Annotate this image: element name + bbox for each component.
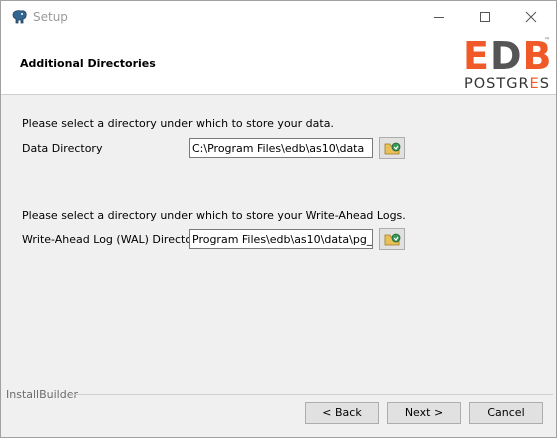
maximize-button[interactable] xyxy=(462,1,508,32)
folder-browse-icon xyxy=(384,233,401,246)
data-dir-label: Data Directory xyxy=(22,142,103,155)
logo-trademark: ™ xyxy=(544,37,550,44)
data-dir-input[interactable]: C:\Program Files\edb\as10\data xyxy=(189,138,373,158)
logo-edb-text: EDB xyxy=(463,34,553,78)
installbuilder-label: InstallBuilder xyxy=(6,388,79,401)
cancel-button[interactable]: Cancel xyxy=(469,402,543,424)
data-dir-browse-button[interactable] xyxy=(379,137,405,159)
edb-postgres-logo: EDB ™ POSTGRES xyxy=(463,36,551,92)
wal-dir-label: Write-Ahead Log (WAL) Directory xyxy=(22,233,204,246)
data-dir-prompt: Please select a directory under which to… xyxy=(22,117,334,130)
minimize-icon xyxy=(434,17,444,18)
title-bar[interactable]: Setup xyxy=(1,1,556,32)
wal-dir-input[interactable]: Program Files\edb\as10\data\pg_wal xyxy=(189,229,373,249)
page-title: Additional Directories xyxy=(20,57,156,70)
back-button[interactable]: < Back xyxy=(305,402,379,424)
page-header: Additional Directories EDB ™ POSTGRES xyxy=(1,32,556,95)
postgres-elephant-icon xyxy=(10,9,28,25)
window-title: Setup xyxy=(33,10,68,24)
close-button[interactable] xyxy=(508,1,554,32)
close-icon xyxy=(525,11,537,23)
setup-window: Setup Additional Directories EDB ™ POSTG… xyxy=(0,0,557,438)
minimize-button[interactable] xyxy=(416,1,462,32)
folder-browse-icon xyxy=(384,142,401,155)
footer-divider xyxy=(71,394,553,395)
wal-dir-prompt: Please select a directory under which to… xyxy=(22,209,406,222)
logo-postgres-text: POSTGRES xyxy=(464,76,550,92)
maximize-icon xyxy=(480,12,490,22)
wal-dir-browse-button[interactable] xyxy=(379,228,405,250)
next-button[interactable]: Next > xyxy=(387,402,461,424)
